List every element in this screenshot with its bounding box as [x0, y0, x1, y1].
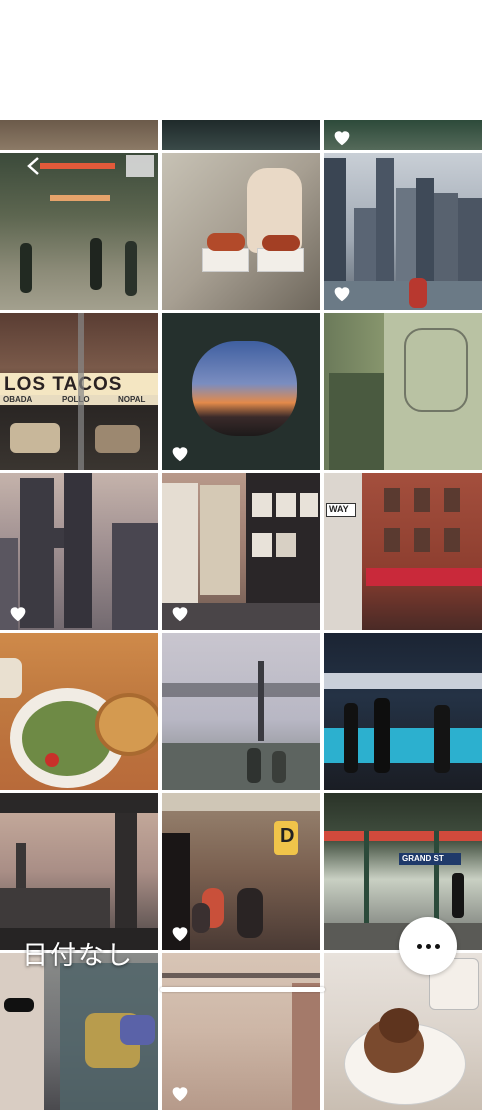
ellipsis-icon: [434, 943, 440, 949]
photo-tile[interactable]: [162, 633, 320, 790]
photo-tile[interactable]: [324, 313, 482, 470]
heart-icon: [332, 128, 352, 146]
shop-sign-sub: OBADA: [3, 395, 33, 404]
photo-tile[interactable]: [324, 953, 482, 1110]
photo-tile[interactable]: [162, 120, 320, 150]
heart-icon: [170, 1084, 190, 1102]
photo-tile[interactable]: LOS TACOS OBADA POLLO NOPAL: [0, 313, 158, 470]
ellipsis-icon: [416, 943, 422, 949]
photo-tile[interactable]: [324, 633, 482, 790]
photo-tile[interactable]: [162, 953, 320, 1110]
photo-tile[interactable]: GRAND ST: [324, 793, 482, 950]
more-button[interactable]: [399, 917, 457, 975]
heart-icon: [170, 444, 190, 462]
home-indicator: [160, 987, 325, 992]
photo-tile[interactable]: [162, 473, 320, 630]
street-sign: WAY: [329, 504, 349, 514]
photo-tile[interactable]: [324, 120, 482, 150]
heart-icon: [332, 284, 352, 302]
station-sign: GRAND ST: [402, 854, 444, 863]
shop-sign-sub: NOPAL: [118, 395, 146, 404]
album-label: 日付なし: [22, 941, 135, 971]
photo-tile[interactable]: [0, 120, 158, 150]
photo-tile[interactable]: [162, 313, 320, 470]
photo-tile[interactable]: [162, 153, 320, 310]
chevron-left-icon[interactable]: [24, 156, 44, 176]
photo-tile[interactable]: [324, 153, 482, 310]
photo-tile[interactable]: [0, 473, 158, 630]
heart-icon: [8, 604, 28, 622]
photo-tile[interactable]: [0, 953, 158, 1110]
shop-sign-sub: POLLO: [62, 395, 90, 404]
train-sign: D: [280, 825, 295, 847]
photo-tile[interactable]: [0, 633, 158, 790]
photo-tile[interactable]: D: [162, 793, 320, 950]
photo-tile[interactable]: WAY: [324, 473, 482, 630]
ellipsis-icon: [425, 943, 431, 949]
heart-icon: [170, 924, 190, 942]
shop-sign: LOS TACOS: [4, 374, 123, 395]
photo-tile[interactable]: [0, 793, 158, 950]
heart-icon: [170, 604, 190, 622]
photo-tile[interactable]: [0, 153, 158, 310]
